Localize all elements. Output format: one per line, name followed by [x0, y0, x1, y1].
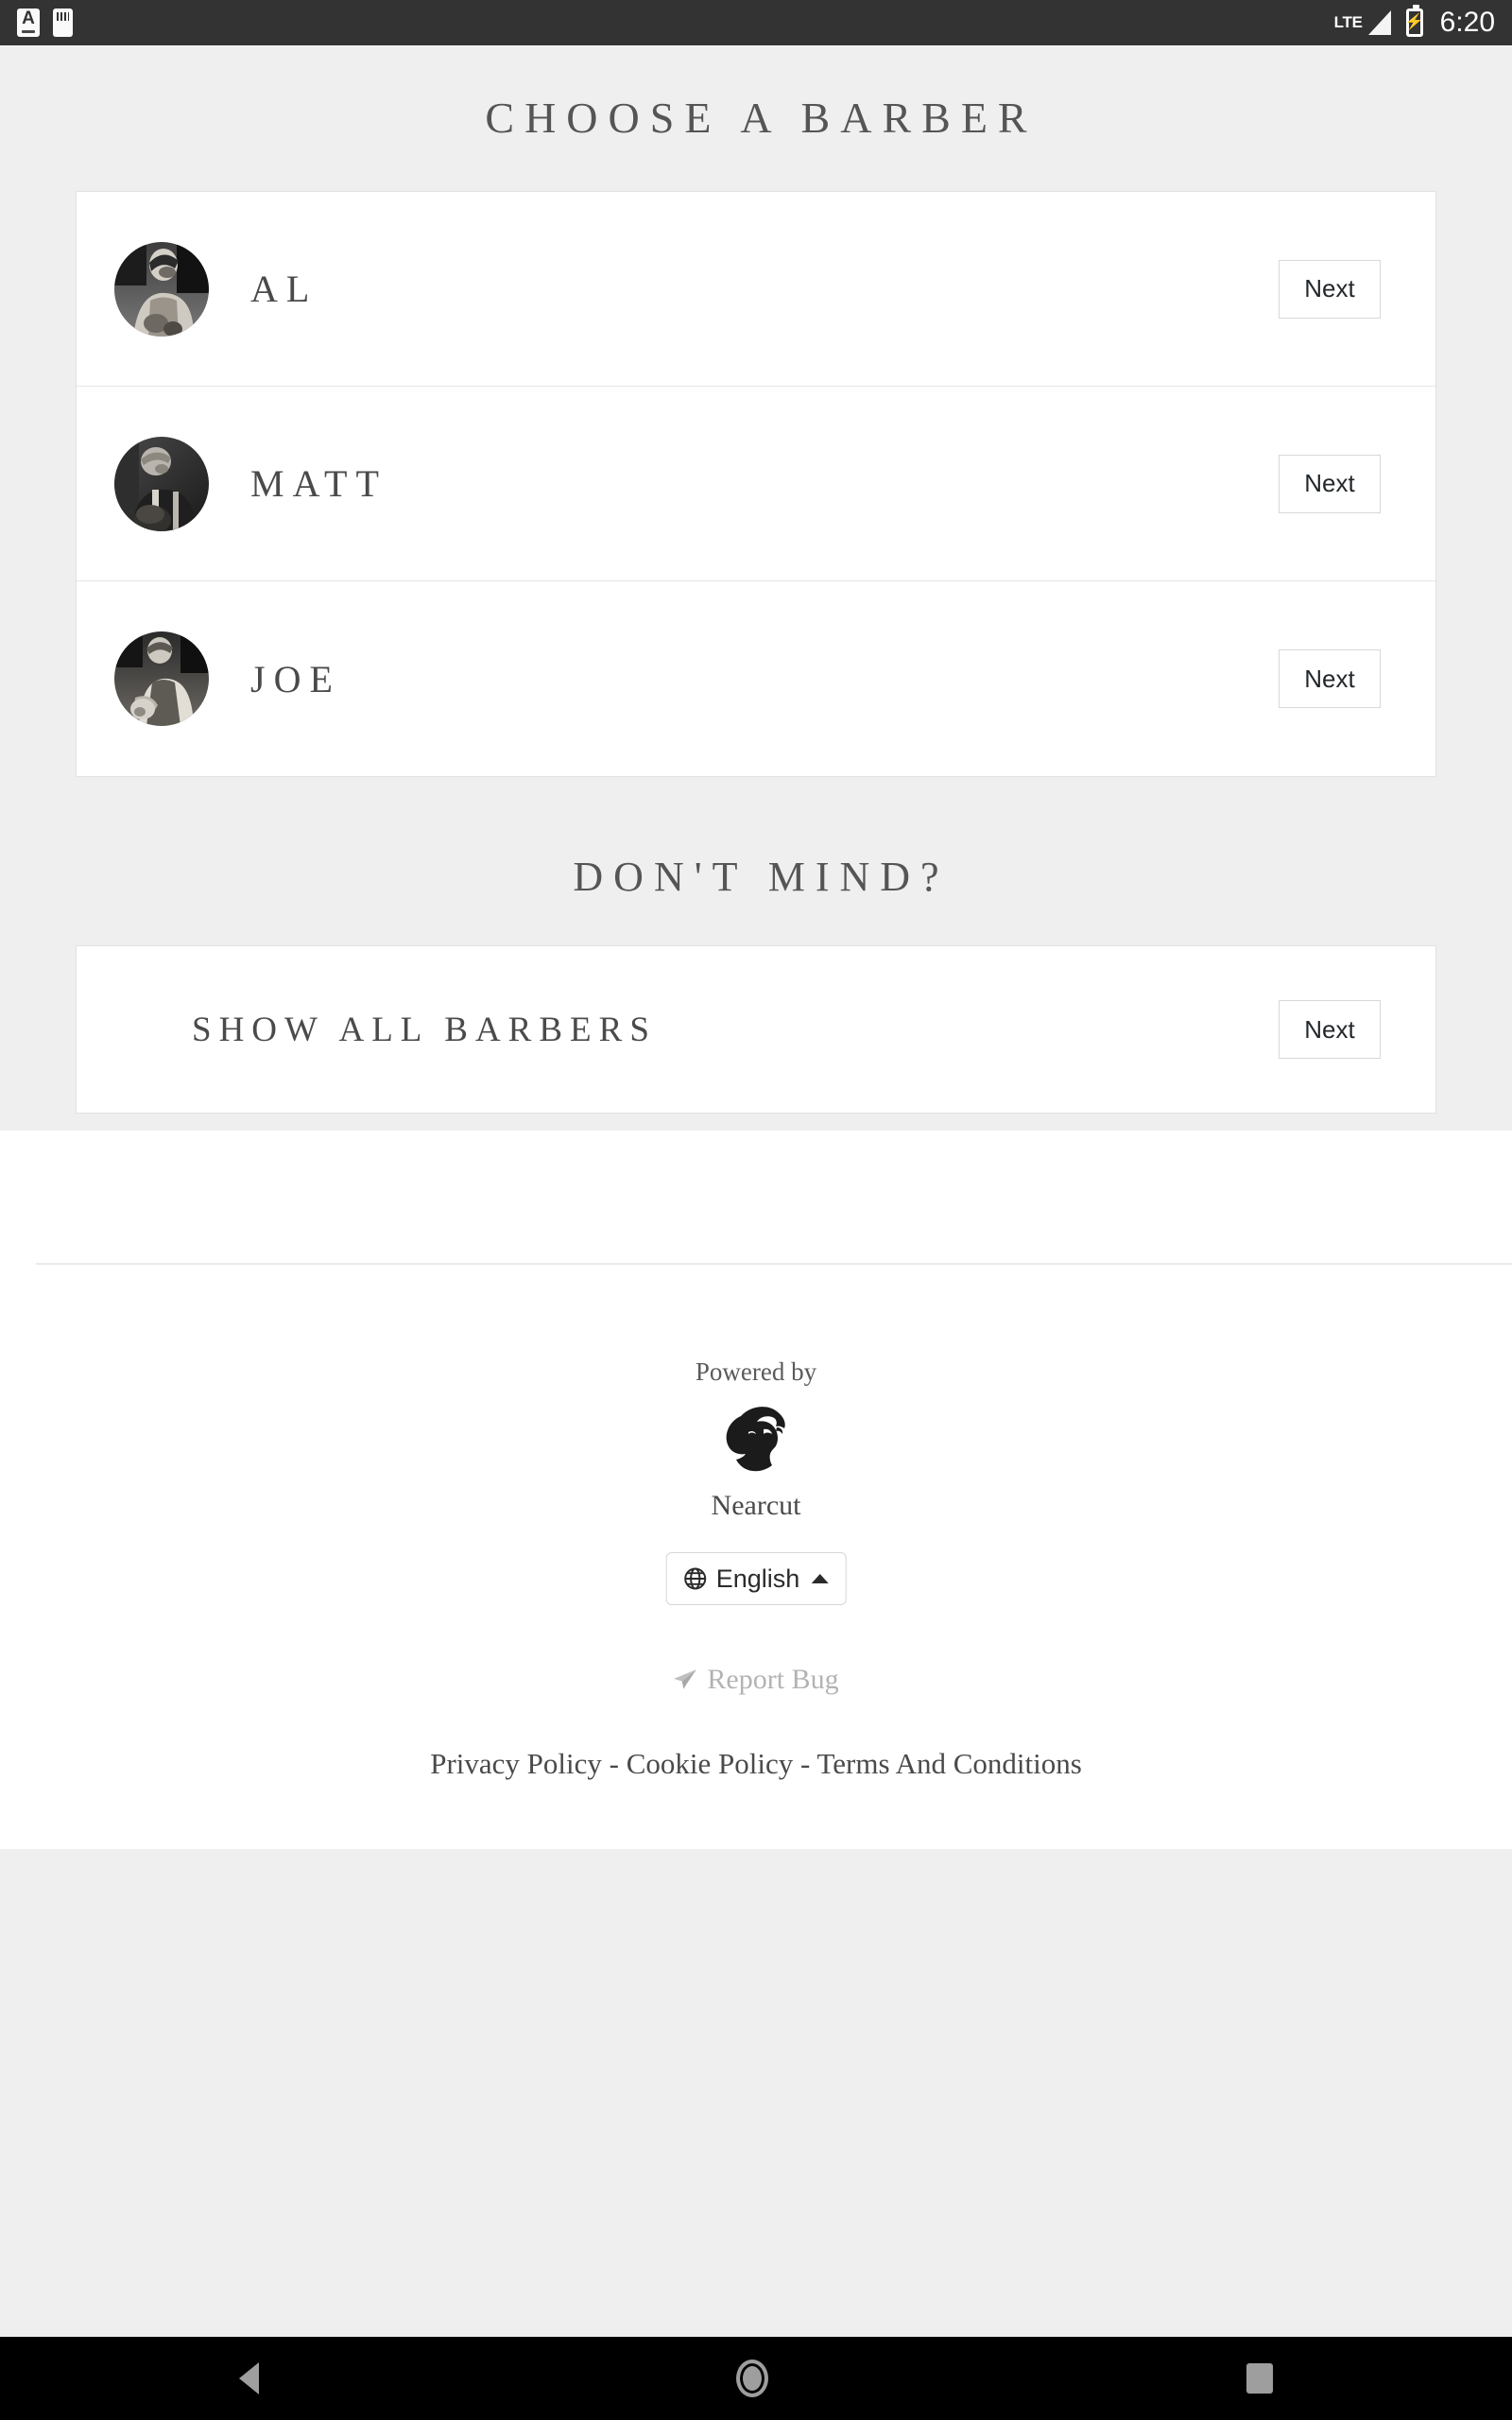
network-type-label: LTE [1333, 13, 1363, 31]
next-button-show-all[interactable]: Next [1279, 1000, 1381, 1059]
report-bug-label: Report Bug [707, 1664, 839, 1695]
show-all-barbers-row[interactable]: SHOW ALL BARBERS Next [77, 946, 1435, 1113]
barber-row-al[interactable]: AL Next [77, 192, 1435, 387]
language-selector-button[interactable]: English [665, 1552, 847, 1605]
powered-by-label: Powered by [695, 1357, 817, 1386]
avatar-al [114, 241, 209, 337]
status-bar-left: A [17, 9, 73, 37]
next-button-joe[interactable]: Next [1279, 649, 1381, 708]
signal-strength-icon [1367, 10, 1391, 35]
barber-name-matt: MATT [250, 462, 387, 505]
legal-separator-1: - [601, 1747, 627, 1780]
privacy-policy-link[interactable]: Privacy Policy [430, 1747, 602, 1780]
cookie-policy-link[interactable]: Cookie Policy [627, 1747, 794, 1780]
avatar-matt [114, 436, 209, 531]
charging-bolt-icon: ⚡ [1404, 14, 1424, 30]
nearcut-logo-icon [726, 1407, 785, 1472]
paper-plane-icon [674, 1669, 697, 1689]
globe-icon [684, 1567, 707, 1590]
barber-name-al: AL [250, 268, 318, 310]
recents-icon[interactable] [1246, 2363, 1274, 2394]
sd-card-icon [53, 9, 73, 37]
barber-list-card: AL Next MATT Next JOE Next [76, 191, 1436, 777]
status-bar-clock: 6:20 [1439, 7, 1495, 38]
back-icon[interactable] [238, 2362, 259, 2394]
android-nav-bar [0, 2337, 1512, 2420]
barber-photo-matt [114, 436, 209, 531]
language-label: English [715, 1564, 800, 1593]
legal-separator-2: - [793, 1747, 817, 1780]
barber-photo-al [114, 241, 209, 337]
status-bar-right: LTE ⚡ 6:20 [1333, 5, 1495, 39]
next-button-matt[interactable]: Next [1279, 454, 1381, 513]
show-all-barbers-label: SHOW ALL BARBERS [192, 1010, 657, 1049]
avatar-joe [114, 631, 209, 726]
legal-links: Privacy Policy - Cookie Policy - Terms A… [0, 1747, 1512, 1781]
footer-divider [36, 1263, 1512, 1265]
font-size-icon: A [17, 9, 40, 37]
next-button-al[interactable]: Next [1279, 259, 1381, 319]
show-all-barbers-card: SHOW ALL BARBERS Next [76, 945, 1436, 1114]
barber-row-joe[interactable]: JOE Next [77, 581, 1435, 776]
page-title: CHOOSE A BARBER [485, 94, 1038, 142]
barber-name-joe: JOE [250, 657, 341, 700]
chevron-up-icon [811, 1574, 829, 1583]
brand-name-label: Nearcut [711, 1490, 801, 1521]
report-bug-link[interactable]: Report Bug [0, 1664, 1512, 1696]
home-icon[interactable] [736, 2360, 769, 2397]
barber-photo-joe [114, 631, 209, 726]
footer-panel: Powered by Nearcut English [0, 1131, 1512, 1849]
barber-row-matt[interactable]: MATT Next [77, 387, 1435, 581]
terms-and-conditions-link[interactable]: Terms And Conditions [817, 1747, 1082, 1780]
section-subtitle: DON'T MIND? [573, 854, 950, 900]
battery-charging-icon: ⚡ [1404, 5, 1424, 37]
android-status-bar: A LTE ⚡ 6:20 [0, 0, 1512, 45]
screen-root: A LTE ⚡ 6:20 CHOOSE A BARBER AL Next MAT… [0, 0, 1512, 2420]
